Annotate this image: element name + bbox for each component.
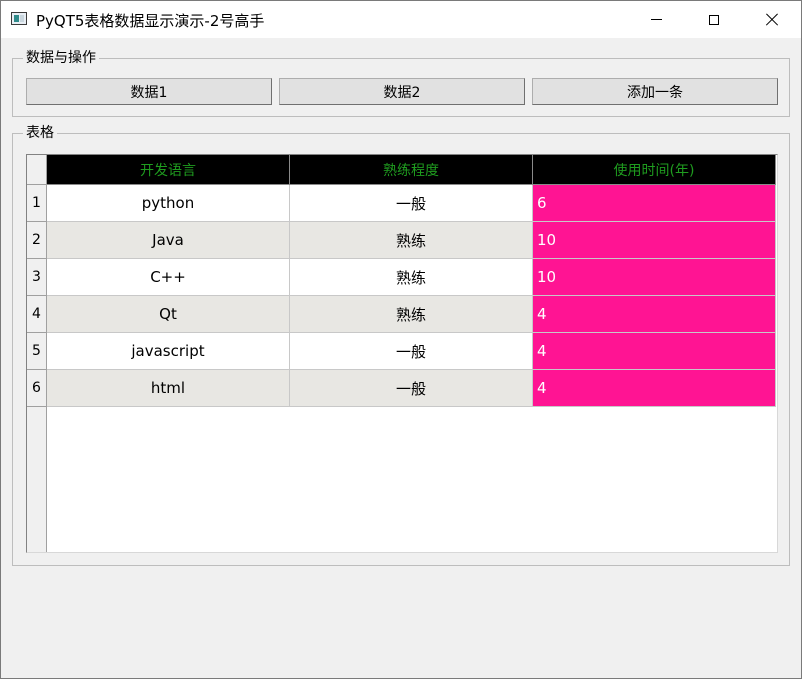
table-cell[interactable]: 10 (533, 222, 776, 259)
table-cell[interactable]: Qt (47, 296, 290, 333)
table-cell[interactable]: 4 (533, 333, 776, 370)
table-cell[interactable]: 一般 (290, 185, 533, 222)
row-header[interactable]: 1 (27, 185, 47, 222)
row-header[interactable]: 2 (27, 222, 47, 259)
maximize-icon (709, 14, 719, 25)
title-bar[interactable]: PyQT5表格数据显示演示-2号高手 (1, 1, 801, 38)
table-cell[interactable]: 4 (533, 370, 776, 407)
app-icon (11, 12, 27, 25)
table-cell[interactable]: python (47, 185, 290, 222)
close-button[interactable] (743, 1, 801, 38)
table-cell[interactable]: 熟练 (290, 296, 533, 333)
table-cell[interactable]: 4 (533, 296, 776, 333)
data2-button[interactable]: 数据2 (279, 78, 525, 105)
column-header-years[interactable]: 使用时间(年) (533, 155, 776, 185)
column-header-proficiency[interactable]: 熟练程度 (290, 155, 533, 185)
table-group-title: 表格 (23, 124, 57, 142)
maximize-button[interactable] (685, 1, 743, 38)
table-cell[interactable]: 熟练 (290, 222, 533, 259)
add-row-button[interactable]: 添加一条 (532, 78, 778, 105)
window-title: PyQT5表格数据显示演示-2号高手 (36, 12, 265, 30)
data-table[interactable]: 开发语言 熟练程度 使用时间(年) 1 python 一般 6 2 Java 熟… (26, 154, 778, 553)
table-cell[interactable]: C++ (47, 259, 290, 296)
table-cell[interactable]: 6 (533, 185, 776, 222)
table-cell[interactable]: html (47, 370, 290, 407)
table-cell[interactable]: 熟练 (290, 259, 533, 296)
table-cell[interactable]: 一般 (290, 333, 533, 370)
row-header[interactable]: 5 (27, 333, 47, 370)
data1-button[interactable]: 数据1 (26, 78, 272, 105)
operations-group-title: 数据与操作 (23, 49, 99, 67)
table-cell[interactable]: Java (47, 222, 290, 259)
table-cell[interactable]: 10 (533, 259, 776, 296)
minimize-icon (650, 19, 662, 20)
minimize-button[interactable] (627, 1, 685, 38)
table-cell[interactable]: javascript (47, 333, 290, 370)
table-cell[interactable]: 一般 (290, 370, 533, 407)
main-window: PyQT5表格数据显示演示-2号高手 数据与操作 数据1 数据2 添加一条 表格… (0, 0, 802, 679)
column-header-language[interactable]: 开发语言 (47, 155, 290, 185)
row-header[interactable]: 6 (27, 370, 47, 407)
row-header[interactable]: 4 (27, 296, 47, 333)
table-corner-button[interactable] (27, 155, 47, 185)
close-icon (765, 13, 779, 27)
row-header[interactable]: 3 (27, 259, 47, 296)
